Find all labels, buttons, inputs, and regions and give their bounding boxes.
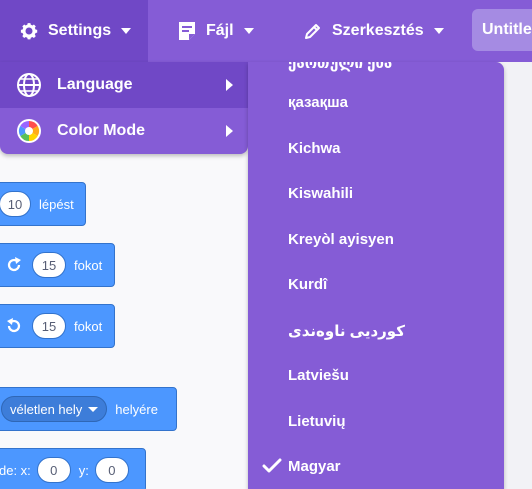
color-wheel-icon <box>16 118 42 144</box>
language-list: ქართული ენა қазақша Kichwa Kiswahili Kre… <box>248 62 504 489</box>
file-menu-button[interactable]: Fájl <box>176 0 254 62</box>
project-title-text: Untitled <box>482 21 532 38</box>
gear-icon <box>18 20 40 42</box>
language-item-label: ქართული ენა <box>288 62 393 72</box>
language-item[interactable]: کوردیی ناوەندی <box>248 308 504 353</box>
x-input[interactable]: 0 <box>36 457 71 483</box>
y-input[interactable]: 0 <box>94 457 129 483</box>
language-item[interactable]: қазақша <box>248 80 504 125</box>
goto-block[interactable]: véletlen hely helyére <box>0 387 177 431</box>
goto-label: helyére <box>115 401 158 417</box>
edit-menu-button[interactable]: Szerkesztés <box>302 0 444 62</box>
language-item[interactable]: Kichwa <box>248 126 504 171</box>
menu-item-language[interactable]: Language <box>0 62 248 108</box>
turn-left-label: fokot <box>74 318 103 334</box>
turn-right-block[interactable]: 15 fokot <box>0 243 115 287</box>
move-steps-block[interactable]: 10 lépést <box>0 182 86 226</box>
chevron-down-icon <box>243 28 254 34</box>
pencil-icon <box>302 20 324 42</box>
language-item-label: Kreyòl ayisyen <box>288 231 394 248</box>
menu-bar: Settings Fájl Szerkesztés Untitled <box>0 0 532 62</box>
language-item-label: Lietuvių <box>288 413 346 430</box>
language-item-label: Magyar <box>288 458 341 475</box>
project-title-input[interactable]: Untitled <box>472 9 532 51</box>
settings-menu-button[interactable]: Settings <box>0 0 148 62</box>
goto-target-value: véletlen hely <box>10 401 83 417</box>
chevron-right-icon <box>226 79 233 91</box>
y-label: y: <box>78 462 89 478</box>
language-label: Language <box>57 76 133 93</box>
settings-menu: Language Color Mode <box>0 62 248 154</box>
steps-input[interactable]: 10 <box>0 191 31 217</box>
file-label: Fájl <box>206 22 234 39</box>
language-item[interactable]: Lietuvių <box>248 399 504 444</box>
color-mode-label: Color Mode <box>57 122 145 139</box>
settings-label: Settings <box>48 22 112 39</box>
language-item-label: Latviešu <box>288 367 349 384</box>
language-item[interactable]: Latviešu <box>248 353 504 398</box>
goto-xy-block[interactable]: de: x: 0 y: 0 <box>0 448 146 489</box>
chevron-right-icon <box>226 125 233 137</box>
language-item-label: کوردیی ناوەندی <box>288 322 405 340</box>
language-item-label: Kurdî <box>288 276 328 293</box>
turn-left-block[interactable]: 15 fokot <box>0 304 115 348</box>
goto-target-dropdown[interactable]: véletlen hely <box>1 396 108 422</box>
goto-xy-prefix: de: x: <box>0 462 31 478</box>
checkmark-icon <box>262 456 282 476</box>
rotate-left-icon <box>5 317 23 335</box>
chevron-down-icon <box>121 28 132 34</box>
rotate-right-icon <box>5 256 23 274</box>
language-item[interactable]: Kreyòl ayisyen <box>248 217 504 262</box>
language-item[interactable]: Kiswahili <box>248 171 504 216</box>
language-item-label: Kichwa <box>288 140 341 157</box>
file-icon <box>176 20 198 42</box>
chevron-down-icon <box>433 28 444 34</box>
language-item-label: Kiswahili <box>288 185 354 202</box>
language-item-label: қазақша <box>288 94 348 111</box>
turn-left-degrees-input[interactable]: 15 <box>32 313 66 339</box>
edit-label: Szerkesztés <box>332 22 424 39</box>
chevron-down-icon <box>88 406 99 412</box>
turn-right-label: fokot <box>74 257 103 273</box>
globe-icon <box>16 72 42 98</box>
language-item[interactable]: Kurdî <box>248 262 504 307</box>
turn-right-degrees-input[interactable]: 15 <box>32 252 66 278</box>
menu-item-color-mode[interactable]: Color Mode <box>0 108 248 154</box>
language-item-selected[interactable]: Magyar <box>248 444 504 489</box>
steps-label: lépést <box>39 196 74 212</box>
